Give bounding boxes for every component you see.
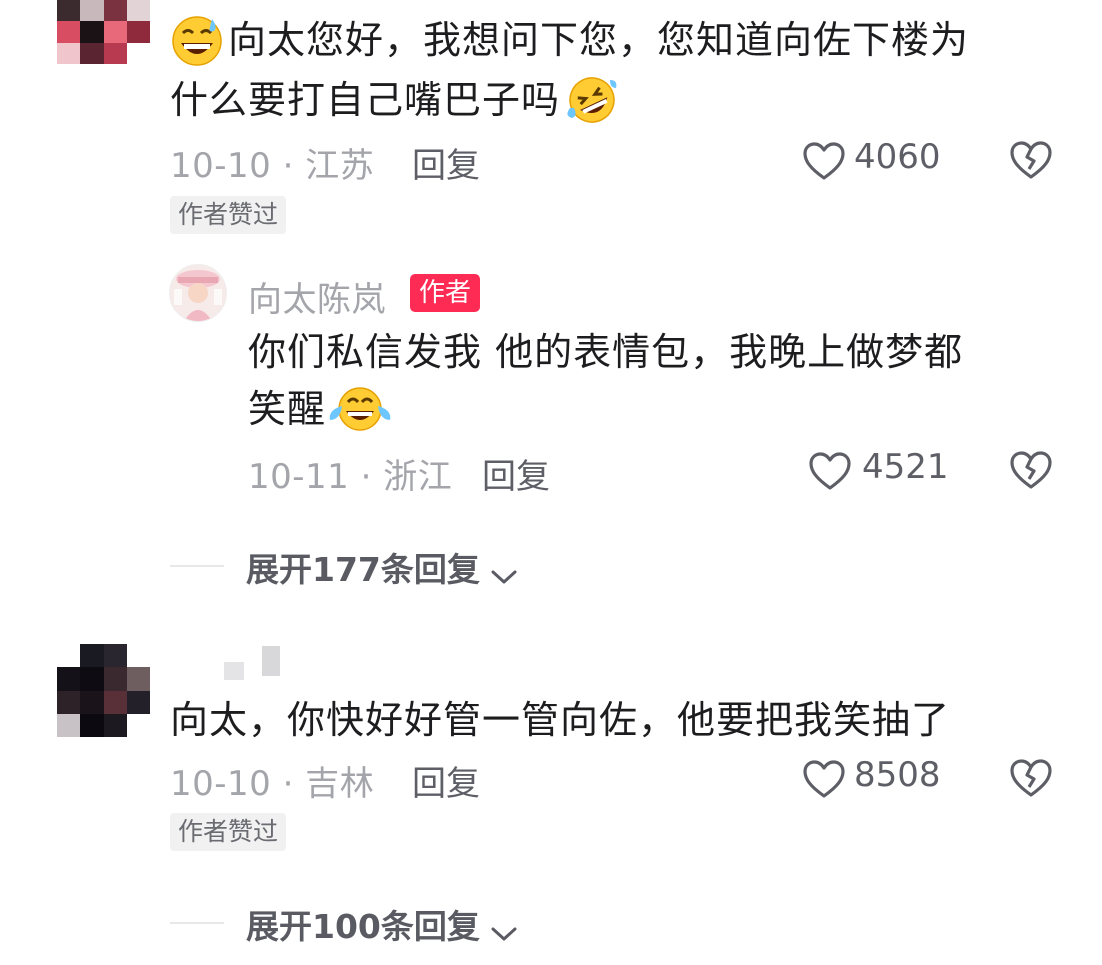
expand-divider (170, 922, 224, 924)
expand-replies-label: 展开177条回复 (246, 550, 480, 589)
expand-replies-button[interactable]: 展开100条回复 (246, 900, 519, 948)
like-count: 4521 (862, 447, 949, 487)
reply-button[interactable]: 回复 (482, 449, 550, 498)
reply-date-location: 10-11 · 浙江 (248, 457, 453, 497)
tears-of-joy-emoji (329, 386, 391, 431)
broken-heart-icon[interactable] (1008, 449, 1054, 491)
expand-divider (170, 565, 224, 567)
comment-date-location: 10-10 · 江苏 (170, 146, 375, 186)
username-mosaic[interactable] (224, 646, 282, 682)
expand-replies-label: 展开100条回复 (246, 907, 480, 946)
like-count: 4060 (854, 137, 941, 177)
chevron-down-icon (491, 927, 517, 940)
author-badge: 作者 (410, 274, 481, 312)
broken-heart-icon[interactable] (1008, 139, 1054, 181)
reply-text-line2: 笑醒 (248, 381, 392, 437)
reply-text: 你们私信发我 他的表情包，我晚上做梦都 (248, 330, 964, 374)
heart-outline-icon (803, 142, 845, 180)
comment-text: 向太您好，我想问下您，您知道向佐下楼为 (170, 12, 969, 68)
author-liked-tag: 作者赞过 (170, 196, 287, 234)
heart-outline-icon (803, 760, 845, 798)
reply-button[interactable]: 回复 (412, 756, 480, 805)
author-liked-tag: 作者赞过 (170, 813, 287, 851)
expand-replies-button[interactable]: 展开177条回复 (246, 543, 519, 591)
reply-avatar[interactable] (169, 264, 227, 322)
comment-text: 向太，你快好好管一管向佐，他要把我笑抽了 (170, 698, 951, 742)
heart-outline-icon (809, 452, 851, 490)
reply-button[interactable]: 回复 (412, 138, 480, 187)
grinning-sweat-emoji (172, 15, 222, 66)
avatar[interactable] (57, 644, 150, 737)
chevron-down-icon (491, 570, 517, 583)
broken-heart-icon[interactable] (1008, 757, 1054, 799)
comment-date-location: 10-10 · 吉林 (170, 764, 375, 804)
comment-text-line2: 什么要打自己嘴巴子吗 (170, 72, 620, 128)
like-count: 8508 (854, 755, 941, 795)
avatar[interactable] (57, 0, 150, 64)
reply-username[interactable]: 向太陈岚 (248, 272, 386, 321)
rofl-emoji (567, 76, 617, 123)
